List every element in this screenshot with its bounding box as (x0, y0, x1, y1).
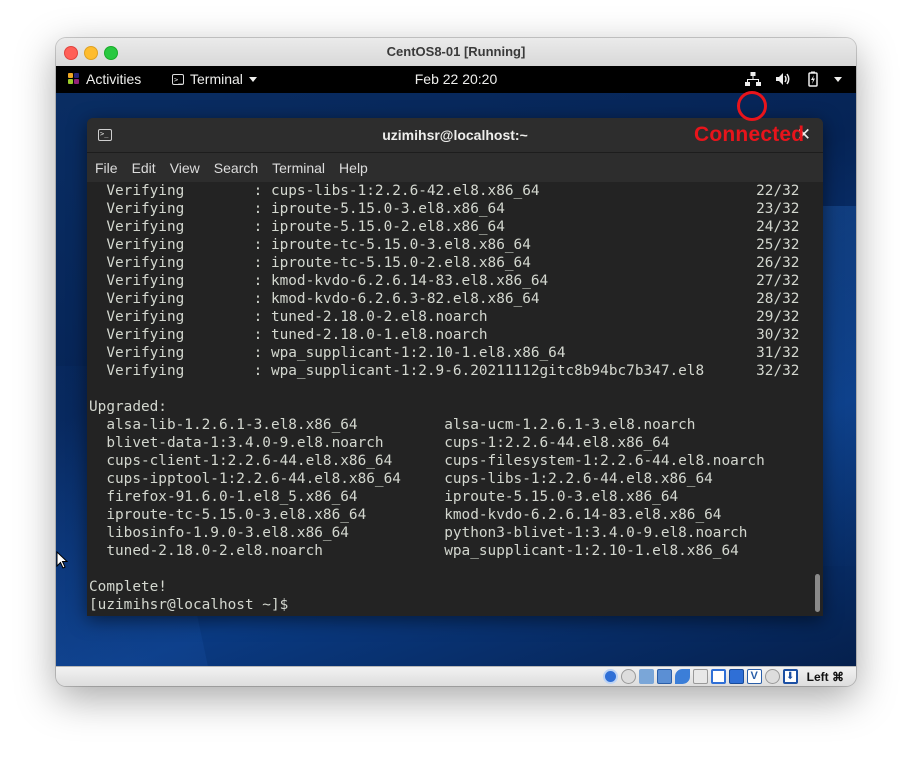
virtualbox-window: CentOS8-01 [Running] Activities >_ Termi… (56, 38, 856, 686)
network-icon[interactable] (656, 669, 672, 684)
battery-icon (804, 70, 822, 88)
display-icon[interactable] (710, 669, 726, 684)
volume-icon (774, 70, 792, 88)
network-wired-icon (744, 70, 762, 88)
mouse-pointer-icon (56, 550, 69, 574)
guest-desktop[interactable]: Activities >_ Terminal Feb 22 20:20 >_ u… (56, 66, 856, 666)
menu-terminal[interactable]: Terminal (272, 160, 325, 176)
menu-file[interactable]: File (95, 160, 118, 176)
menu-view[interactable]: View (170, 160, 200, 176)
terminal-output: Verifying : cups-libs-1:2.2.6-42.el8.x86… (89, 183, 800, 613)
terminal-menubar: File Edit View Search Terminal Help (87, 153, 823, 182)
chevron-down-icon (834, 76, 842, 82)
gnome-top-bar: Activities >_ Terminal Feb 22 20:20 (56, 66, 856, 93)
mac-titlebar[interactable]: CentOS8-01 [Running] (56, 38, 856, 67)
scrollbar-thumb[interactable] (815, 574, 820, 612)
shared-folders-icon[interactable] (692, 669, 708, 684)
usb-icon[interactable] (674, 669, 690, 684)
virtualbox-statusbar: V ⬇ Left ⌘ (56, 666, 856, 686)
annotation-label: Connected (694, 123, 805, 146)
optical-drive-icon[interactable] (620, 669, 636, 684)
terminal-window[interactable]: >_ uzimihsr@localhost:~ ✕ File Edit View… (87, 118, 823, 616)
terminal-output-area[interactable]: Verifying : cups-libs-1:2.2.6-42.el8.x86… (87, 182, 823, 616)
vt-x-icon[interactable]: V (746, 669, 762, 684)
menu-edit[interactable]: Edit (132, 160, 156, 176)
audio-icon[interactable] (638, 669, 654, 684)
menu-search[interactable]: Search (214, 160, 258, 176)
annotation-circle (737, 91, 767, 121)
system-menu[interactable] (744, 70, 842, 88)
hard-disk-icon[interactable] (602, 669, 618, 684)
video-capture-icon[interactable] (728, 669, 744, 684)
window-title: CentOS8-01 [Running] (386, 44, 526, 59)
cpu-activity-icon[interactable] (764, 669, 780, 684)
mouse-integration-icon[interactable]: ⬇ (782, 669, 798, 684)
host-key-label[interactable]: Left ⌘ (807, 670, 844, 684)
menu-help[interactable]: Help (339, 160, 368, 176)
clock[interactable]: Feb 22 20:20 (56, 71, 856, 87)
